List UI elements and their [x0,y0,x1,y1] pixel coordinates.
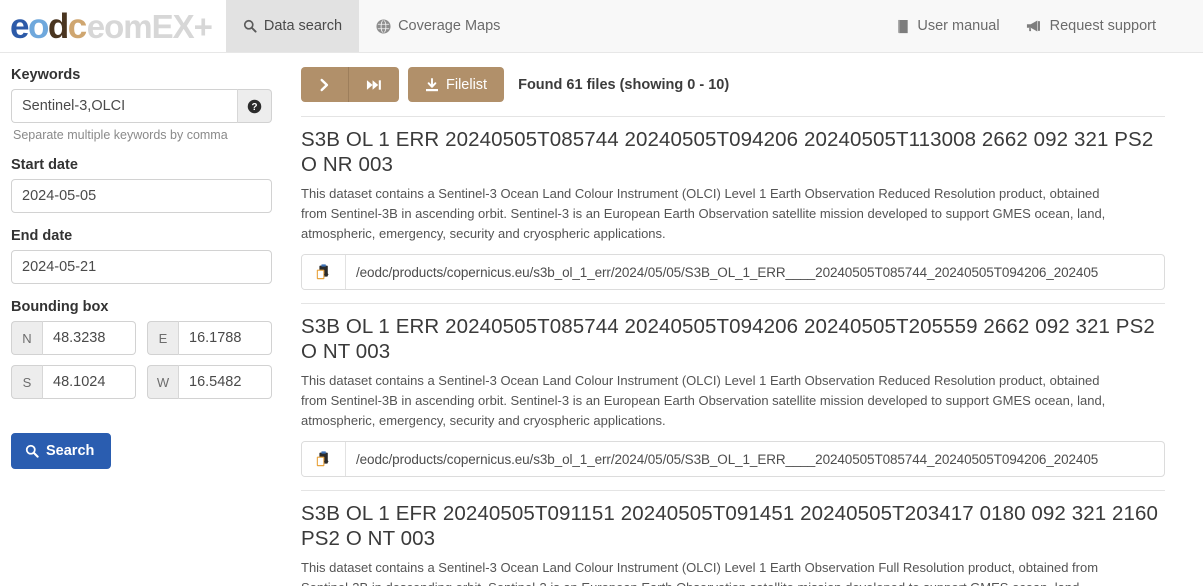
bounding-box-rows: N E S W [11,321,272,399]
result-item: S3B OL 1 ERR 20240505T085744 20240505T09… [301,303,1165,490]
results-toolbar: Filelist Found 61 files (showing 0 - 10) [301,67,1165,102]
logo-letter-e: e [10,6,29,46]
tab-coverage-maps-label: Coverage Maps [398,18,501,34]
globe-icon [376,18,391,34]
bbox-field-east: E [147,321,272,355]
logo-letter-o: o [27,6,49,46]
link-user-manual-label: User manual [917,18,1000,34]
last-page-button[interactable] [348,67,399,102]
keywords-input[interactable] [11,89,237,123]
eodc-wordmark: eodc [10,6,87,46]
search-icon [243,19,257,33]
end-date-label: End date [11,228,73,244]
end-date-group: End date [11,228,272,284]
svg-text:?: ? [251,101,257,112]
clipboard-copy-icon[interactable] [302,442,346,477]
results-panel: Filelist Found 61 files (showing 0 - 10)… [292,53,1203,586]
result-description: This dataset contains a Sentinel-3 Ocean… [301,373,1106,429]
brand-logo[interactable]: eodc eomEX+ [0,0,226,52]
end-date-input[interactable] [11,250,272,284]
results-status-text: Found 61 files (showing 0 - 10) [518,76,730,93]
bbox-field-south: S [11,365,136,399]
result-title[interactable]: S3B OL 1 ERR 20240505T085744 20240505T09… [301,127,1165,177]
keywords-group: Keywords ? Separate multiple keywords by… [11,67,272,142]
bbox-prefix-n: N [11,321,42,355]
download-icon [425,77,439,92]
start-date-group: Start date [11,157,272,213]
nav-tabs: Data search Coverage Maps [225,0,518,52]
bounding-box-group: Bounding box N E S [11,299,272,399]
keywords-label: Keywords [11,67,81,83]
logo-letter-c: c [67,6,87,46]
link-request-support-label: Request support [1049,18,1156,34]
bbox-field-north: N [11,321,136,355]
nav-right-links: User manual Request support [896,0,1203,52]
link-request-support[interactable]: Request support [1026,18,1156,34]
keywords-help-button[interactable]: ? [237,89,272,123]
book-icon [896,19,910,34]
result-title[interactable]: S3B OL 1 ERR 20240505T085744 20240505T09… [301,314,1165,364]
logo-letter-d: d [47,6,69,46]
top-navbar: eodc eomEX+ Data search Coverage Maps Us… [0,0,1203,53]
tab-coverage-maps[interactable]: Coverage Maps [359,0,517,52]
result-path-row [301,441,1165,478]
search-button[interactable]: Search [11,433,112,469]
result-item: S3B OL 1 ERR 20240505T085744 20240505T09… [301,116,1165,303]
question-circle-icon: ? [247,99,262,114]
next-page-button[interactable] [301,67,348,102]
search-button-label: Search [46,443,95,459]
bbox-input-east[interactable] [178,321,272,355]
start-date-label: Start date [11,157,78,173]
start-date-input[interactable] [11,179,272,213]
result-item: S3B OL 1 EFR 20240505T091151 20240505T09… [301,490,1165,586]
chevron-right-icon [318,78,331,92]
keywords-input-row: ? [11,89,272,123]
clipboard-copy-icon[interactable] [302,255,346,290]
result-description: This dataset contains a Sentinel-3 Ocean… [301,560,1099,586]
bounding-box-row-north-east: N E [11,321,272,355]
eomex-wordmark: eomEX+ [86,7,213,45]
link-user-manual[interactable]: User manual [896,18,1000,34]
bbox-field-west: W [147,365,272,399]
search-icon [25,444,39,458]
bbox-prefix-e: E [147,321,178,355]
result-path-input[interactable] [346,442,1164,477]
bbox-input-west[interactable] [178,365,272,399]
bbox-input-north[interactable] [42,321,136,355]
bbox-prefix-w: W [147,365,178,399]
tab-data-search-label: Data search [263,18,343,34]
filelist-button-label: Filelist [446,76,488,93]
result-path-input[interactable] [346,255,1164,290]
result-title[interactable]: S3B OL 1 EFR 20240505T091151 20240505T09… [301,501,1165,551]
bbox-prefix-s: S [11,365,42,399]
keywords-hint: Separate multiple keywords by comma [13,128,228,142]
bounding-box-row-south-west: S W [11,365,272,399]
bbox-input-south[interactable] [42,365,136,399]
result-description: This dataset contains a Sentinel-3 Ocean… [301,186,1106,242]
fast-forward-icon [366,78,382,92]
tab-data-search[interactable]: Data search [225,0,360,52]
megaphone-icon [1026,19,1043,33]
result-path-row [301,254,1165,291]
bounding-box-label: Bounding box [11,299,109,315]
pagination-button-group [301,67,399,102]
filelist-download-button[interactable]: Filelist [408,67,505,102]
page-body: Keywords ? Separate multiple keywords by… [0,53,1203,586]
search-sidebar: Keywords ? Separate multiple keywords by… [0,53,292,469]
